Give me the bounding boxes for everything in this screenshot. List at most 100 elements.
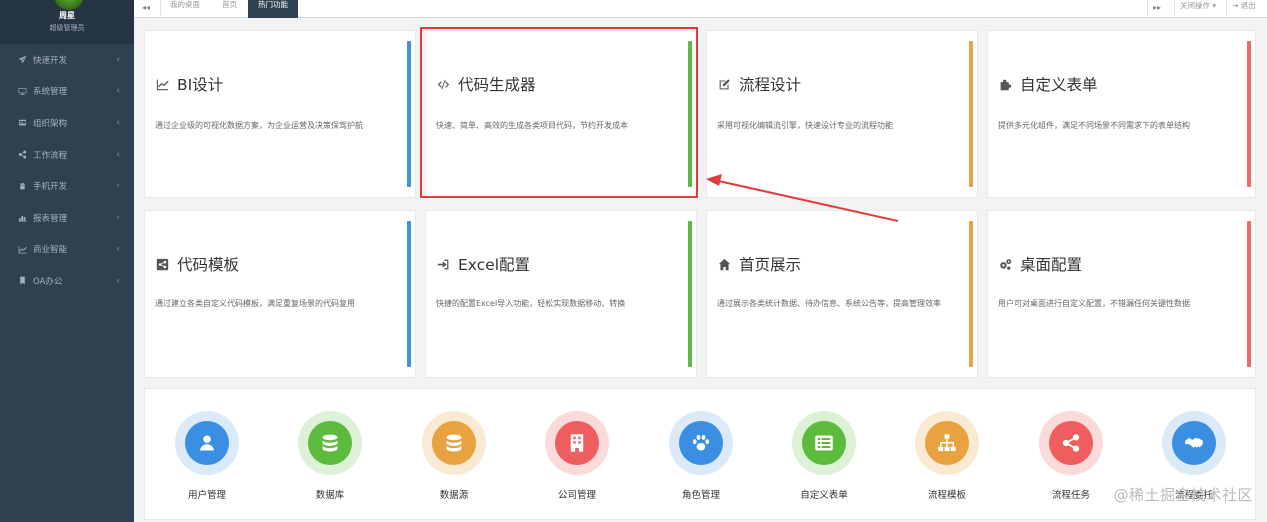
quick-access-panel: 用户管理 数据库 数据源 公司管理 角色管理 自定义表单 流程模板 流程任务 流… (144, 388, 1256, 520)
card-accent-bar (407, 41, 411, 187)
database-icon (308, 421, 352, 465)
icon-circle (792, 411, 856, 475)
quick-item-label: 用户管理 (187, 490, 226, 501)
avatar[interactable] (54, 0, 84, 10)
card-accent-bar (688, 221, 692, 367)
sidebar-item-oa[interactable]: OA办公 ‹ (0, 265, 134, 297)
sidebar-item-workflow[interactable]: 工作流程 ‹ (0, 139, 134, 171)
sitemap-icon (925, 421, 969, 465)
card-accent-bar (1247, 41, 1251, 187)
divider (1147, 0, 1148, 18)
card-title-text: 流程设计 (739, 76, 802, 94)
close-operations-dropdown[interactable]: 关闭操作 ▾ (1180, 0, 1216, 11)
quick-item-data-source[interactable]: 数据源 (392, 389, 516, 521)
chevron-left-icon: ‹ (116, 117, 120, 128)
card-bi-design[interactable]: BI设计 通过企业级的可视化数据方案，为企业运营及决策保驾护航 (144, 30, 416, 198)
desktop-icon (17, 86, 27, 96)
card-title: BI设计 (155, 73, 223, 95)
profile-role: 超级管理员 (49, 24, 85, 32)
card-excel-config[interactable]: Excel配置 快捷的配置Excel导入功能，轻松实现数据移动、转换 (425, 210, 697, 378)
sign-in-icon (436, 257, 450, 271)
card-title-text: 代码模板 (177, 256, 240, 274)
tab-hot-features[interactable]: 热门功能 (248, 0, 298, 18)
card-description: 用户可对桌面进行自定义配置，不错漏任何关键性数据 (998, 299, 1190, 308)
sidebar-item-system[interactable]: 系统管理 ‹ (0, 76, 134, 108)
card-homepage-display[interactable]: 首页展示 通过展示各类统计数据、待办信息、系统公告等，提高管理效率 (706, 210, 978, 378)
card-accent-bar (969, 41, 973, 187)
card-title: 首页展示 (717, 253, 801, 275)
scroll-right-button[interactable]: ▸▸ (1153, 3, 1161, 12)
card-code-template[interactable]: 代码模板 通过建立各类自定义代码模板，满足重复场景的代码复用 (144, 210, 416, 378)
close-operations-label: 关闭操作 (1180, 1, 1210, 10)
share-alt-icon (1049, 421, 1093, 465)
chevron-left-icon: ‹ (116, 86, 120, 97)
sidebar-item-label: 商业智能 (33, 245, 68, 256)
quick-item-label: 自定义表单 (800, 490, 848, 501)
divider (1226, 0, 1227, 18)
quick-item-user-management[interactable]: 用户管理 (145, 389, 269, 521)
quick-item-label: 角色管理 (681, 490, 720, 501)
chevron-left-icon: ‹ (116, 275, 120, 286)
tab-home[interactable]: 首页 (212, 0, 247, 18)
building-icon (555, 421, 599, 465)
card-custom-form[interactable]: 自定义表单 提供多元化组件，满足不同场景不同需求下的表单结构 (987, 30, 1256, 198)
card-title: 代码模板 (155, 253, 239, 275)
logout-button[interactable]: ⇥ 退出 (1232, 0, 1256, 11)
card-title-text: Excel配置 (458, 256, 531, 274)
sidebar-item-report[interactable]: 报表管理 ‹ (0, 202, 134, 234)
card-accent-bar (407, 221, 411, 367)
card-accent-bar (1247, 221, 1251, 367)
icon-circle (1039, 411, 1103, 475)
logout-icon: ⇥ (1232, 1, 1241, 10)
scroll-left-button[interactable]: ◂◂ (142, 3, 150, 12)
profile-panel: 周星 超级管理员 (0, 0, 134, 44)
icon-circle (545, 411, 609, 475)
quick-item-database[interactable]: 数据库 (268, 389, 392, 521)
quick-item-role-management[interactable]: 角色管理 (639, 389, 763, 521)
sidebar-item-org[interactable]: 组织架构 ‹ (0, 107, 134, 139)
chevron-left-icon: ‹ (116, 149, 120, 160)
icon-circle (298, 411, 362, 475)
user-icon (185, 421, 229, 465)
card-title: Excel配置 (436, 253, 530, 275)
icon-circle (915, 411, 979, 475)
divider (1174, 0, 1175, 18)
tab-my-desktop[interactable]: 我的桌面 (160, 0, 210, 18)
card-desktop-config[interactable]: 桌面配置 用户可对桌面进行自定义配置，不错漏任何关键性数据 (987, 210, 1256, 378)
icon-circle (422, 411, 486, 475)
card-title-text: BI设计 (177, 76, 224, 94)
sidebar-item-label: 工作流程 (33, 150, 68, 161)
android-icon (17, 181, 27, 191)
card-title: 桌面配置 (998, 253, 1082, 275)
chevron-left-icon: ‹ (116, 181, 120, 192)
sidebar-item-mobile[interactable]: 手机开发 ‹ (0, 170, 134, 202)
chevron-left-icon: ‹ (116, 212, 120, 223)
share-square-icon (155, 257, 169, 271)
quick-item-company-management[interactable]: 公司管理 (515, 389, 639, 521)
sidebar-item-quick-dev[interactable]: 快速开发 ‹ (0, 44, 134, 76)
chevron-left-icon: ‹ (116, 244, 120, 255)
line-chart-icon (17, 244, 27, 254)
line-chart-icon (155, 77, 169, 91)
watermark: @稀土掘金技术社区 (1113, 486, 1253, 504)
edit-icon (717, 77, 731, 91)
sidebar-item-bi[interactable]: 商业智能 ‹ (0, 234, 134, 266)
caret-down-icon: ▾ (1210, 1, 1217, 10)
card-title-text: 桌面配置 (1020, 256, 1083, 274)
bookmark-icon (17, 276, 27, 286)
icon-circle (669, 411, 733, 475)
profile-name[interactable]: 周星 (0, 10, 134, 21)
quick-item-custom-form[interactable]: 自定义表单 (762, 389, 886, 521)
icon-circle (1162, 411, 1226, 475)
annotation-arrow (706, 174, 899, 222)
quick-item-flow-template[interactable]: 流程模板 (885, 389, 1009, 521)
highlight-box (420, 27, 698, 198)
icon-circle (175, 411, 239, 475)
sidebar-item-label: 报表管理 (33, 213, 68, 224)
sidebar: 周星 超级管理员 快速开发 ‹ 系统管理 ‹ 组织架构 ‹ 工作流程 ‹ 手机开… (0, 0, 134, 522)
card-description: 采用可视化编辑流引擎，快速设计专业的流程功能 (717, 121, 893, 130)
tab-bar: ◂◂ 我的桌面 首页 热门功能 ▸▸ 关闭操作 ▾ ⇥ 退出 (134, 0, 1267, 18)
card-description: 通过企业级的可视化数据方案，为企业运营及决策保驾护航 (155, 121, 363, 130)
sidebar-item-label: OA办公 (33, 276, 63, 287)
gears-icon (998, 257, 1012, 271)
